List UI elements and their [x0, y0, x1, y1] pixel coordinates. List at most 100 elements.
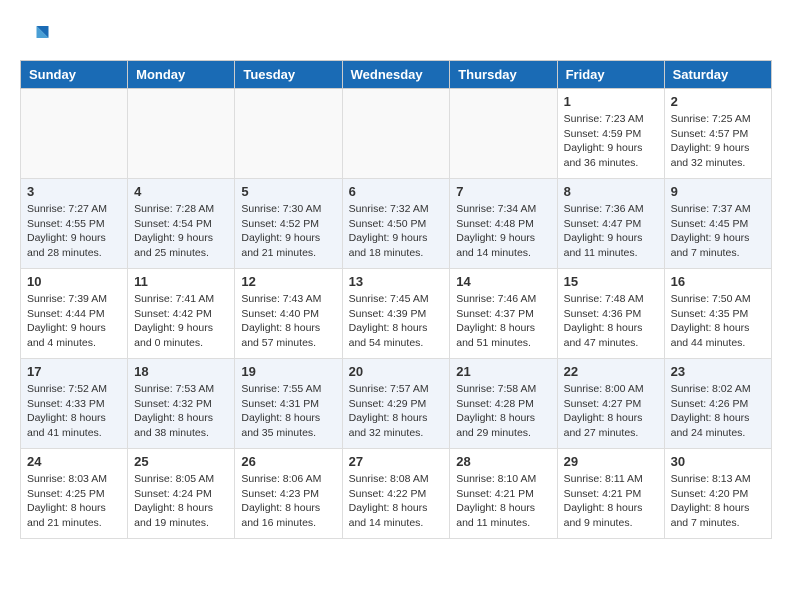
- calendar-cell: 16 Sunrise: 7:50 AM Sunset: 4:35 PM Dayli…: [664, 269, 771, 359]
- col-header-thursday: Thursday: [450, 61, 557, 89]
- calendar-cell: 5 Sunrise: 7:30 AM Sunset: 4:52 PM Daylig…: [235, 179, 342, 269]
- day-number: 19: [241, 364, 335, 379]
- day-info: Sunrise: 7:39 AM Sunset: 4:44 PM Dayligh…: [27, 292, 121, 351]
- page-header: [20, 20, 772, 50]
- calendar-cell: 22 Sunrise: 8:00 AM Sunset: 4:27 PM Dayli…: [557, 359, 664, 449]
- calendar-cell: 15 Sunrise: 7:48 AM Sunset: 4:36 PM Dayli…: [557, 269, 664, 359]
- calendar-cell: 2 Sunrise: 7:25 AM Sunset: 4:57 PM Daylig…: [664, 89, 771, 179]
- day-number: 5: [241, 184, 335, 199]
- day-info: Sunrise: 7:37 AM Sunset: 4:45 PM Dayligh…: [671, 202, 765, 261]
- calendar-cell: 3 Sunrise: 7:27 AM Sunset: 4:55 PM Daylig…: [21, 179, 128, 269]
- calendar-cell: 13 Sunrise: 7:45 AM Sunset: 4:39 PM Dayli…: [342, 269, 450, 359]
- day-number: 25: [134, 454, 228, 469]
- calendar-cell: 29 Sunrise: 8:11 AM Sunset: 4:21 PM Dayli…: [557, 449, 664, 539]
- day-number: 4: [134, 184, 228, 199]
- calendar-cell: 19 Sunrise: 7:55 AM Sunset: 4:31 PM Dayli…: [235, 359, 342, 449]
- calendar-cell: 20 Sunrise: 7:57 AM Sunset: 4:29 PM Dayli…: [342, 359, 450, 449]
- col-header-saturday: Saturday: [664, 61, 771, 89]
- calendar-week-row: 10Sunrise: 7:39 AM Sunset: 4:44 PM Dayli…: [21, 269, 772, 359]
- day-number: 12: [241, 274, 335, 289]
- day-info: Sunrise: 7:48 AM Sunset: 4:36 PM Dayligh…: [564, 292, 658, 351]
- day-info: Sunrise: 7:30 AM Sunset: 4:52 PM Dayligh…: [241, 202, 335, 261]
- day-info: Sunrise: 7:43 AM Sunset: 4:40 PM Dayligh…: [241, 292, 335, 351]
- day-number: 20: [349, 364, 444, 379]
- day-info: Sunrise: 8:02 AM Sunset: 4:26 PM Dayligh…: [671, 382, 765, 441]
- col-header-wednesday: Wednesday: [342, 61, 450, 89]
- calendar-cell: 11Sunrise: 7:41 AM Sunset: 4:42 PM Dayli…: [128, 269, 235, 359]
- day-info: Sunrise: 7:23 AM Sunset: 4:59 PM Dayligh…: [564, 112, 658, 171]
- day-number: 30: [671, 454, 765, 469]
- calendar-cell: 23 Sunrise: 8:02 AM Sunset: 4:26 PM Dayli…: [664, 359, 771, 449]
- calendar-cell: 8 Sunrise: 7:36 AM Sunset: 4:47 PM Daylig…: [557, 179, 664, 269]
- day-number: 2: [671, 94, 765, 109]
- day-number: 29: [564, 454, 658, 469]
- day-info: Sunrise: 7:53 AM Sunset: 4:32 PM Dayligh…: [134, 382, 228, 441]
- day-info: Sunrise: 7:34 AM Sunset: 4:48 PM Dayligh…: [456, 202, 550, 261]
- day-number: 22: [564, 364, 658, 379]
- day-number: 17: [27, 364, 121, 379]
- day-info: Sunrise: 7:55 AM Sunset: 4:31 PM Dayligh…: [241, 382, 335, 441]
- day-number: 16: [671, 274, 765, 289]
- day-info: Sunrise: 7:45 AM Sunset: 4:39 PM Dayligh…: [349, 292, 444, 351]
- day-info: Sunrise: 7:57 AM Sunset: 4:29 PM Dayligh…: [349, 382, 444, 441]
- calendar-cell: 18 Sunrise: 7:53 AM Sunset: 4:32 PM Dayli…: [128, 359, 235, 449]
- day-info: Sunrise: 7:50 AM Sunset: 4:35 PM Dayligh…: [671, 292, 765, 351]
- calendar-header-row: SundayMondayTuesdayWednesdayThursdayFrid…: [21, 61, 772, 89]
- day-number: 9: [671, 184, 765, 199]
- day-info: Sunrise: 8:13 AM Sunset: 4:20 PM Dayligh…: [671, 472, 765, 531]
- calendar-cell: 30 Sunrise: 8:13 AM Sunset: 4:20 PM Dayli…: [664, 449, 771, 539]
- day-info: Sunrise: 7:25 AM Sunset: 4:57 PM Dayligh…: [671, 112, 765, 171]
- calendar-cell: 25 Sunrise: 8:05 AM Sunset: 4:24 PM Dayli…: [128, 449, 235, 539]
- col-header-friday: Friday: [557, 61, 664, 89]
- day-number: 7: [456, 184, 550, 199]
- calendar-week-row: 1Sunrise: 7:23 AM Sunset: 4:59 PM Daylig…: [21, 89, 772, 179]
- day-info: Sunrise: 8:10 AM Sunset: 4:21 PM Dayligh…: [456, 472, 550, 531]
- calendar-cell: 1Sunrise: 7:23 AM Sunset: 4:59 PM Daylig…: [557, 89, 664, 179]
- day-number: 24: [27, 454, 121, 469]
- day-info: Sunrise: 8:08 AM Sunset: 4:22 PM Dayligh…: [349, 472, 444, 531]
- day-number: 26: [241, 454, 335, 469]
- day-number: 13: [349, 274, 444, 289]
- day-number: 15: [564, 274, 658, 289]
- calendar-cell: 28 Sunrise: 8:10 AM Sunset: 4:21 PM Dayli…: [450, 449, 557, 539]
- calendar-cell: 21 Sunrise: 7:58 AM Sunset: 4:28 PM Dayli…: [450, 359, 557, 449]
- day-info: Sunrise: 7:28 AM Sunset: 4:54 PM Dayligh…: [134, 202, 228, 261]
- calendar-cell: 12 Sunrise: 7:43 AM Sunset: 4:40 PM Dayli…: [235, 269, 342, 359]
- calendar-cell: [21, 89, 128, 179]
- day-number: 28: [456, 454, 550, 469]
- day-number: 23: [671, 364, 765, 379]
- calendar-cell: 24 Sunrise: 8:03 AM Sunset: 4:25 PM Dayli…: [21, 449, 128, 539]
- day-info: Sunrise: 7:58 AM Sunset: 4:28 PM Dayligh…: [456, 382, 550, 441]
- day-info: Sunrise: 8:11 AM Sunset: 4:21 PM Dayligh…: [564, 472, 658, 531]
- day-info: Sunrise: 8:00 AM Sunset: 4:27 PM Dayligh…: [564, 382, 658, 441]
- day-number: 6: [349, 184, 444, 199]
- logo: [20, 20, 54, 50]
- day-number: 27: [349, 454, 444, 469]
- calendar-cell: 6 Sunrise: 7:32 AM Sunset: 4:50 PM Daylig…: [342, 179, 450, 269]
- day-number: 11: [134, 274, 228, 289]
- col-header-tuesday: Tuesday: [235, 61, 342, 89]
- day-info: Sunrise: 7:27 AM Sunset: 4:55 PM Dayligh…: [27, 202, 121, 261]
- calendar-table: SundayMondayTuesdayWednesdayThursdayFrid…: [20, 60, 772, 539]
- calendar-cell: [128, 89, 235, 179]
- calendar-cell: 27 Sunrise: 8:08 AM Sunset: 4:22 PM Dayli…: [342, 449, 450, 539]
- calendar-cell: 4 Sunrise: 7:28 AM Sunset: 4:54 PM Daylig…: [128, 179, 235, 269]
- day-info: Sunrise: 8:03 AM Sunset: 4:25 PM Dayligh…: [27, 472, 121, 531]
- calendar-week-row: 24 Sunrise: 8:03 AM Sunset: 4:25 PM Dayli…: [21, 449, 772, 539]
- day-number: 14: [456, 274, 550, 289]
- day-info: Sunrise: 8:05 AM Sunset: 4:24 PM Dayligh…: [134, 472, 228, 531]
- day-number: 21: [456, 364, 550, 379]
- calendar-cell: 10Sunrise: 7:39 AM Sunset: 4:44 PM Dayli…: [21, 269, 128, 359]
- day-info: Sunrise: 7:32 AM Sunset: 4:50 PM Dayligh…: [349, 202, 444, 261]
- calendar-cell: 26 Sunrise: 8:06 AM Sunset: 4:23 PM Dayli…: [235, 449, 342, 539]
- calendar-week-row: 3 Sunrise: 7:27 AM Sunset: 4:55 PM Daylig…: [21, 179, 772, 269]
- day-number: 18: [134, 364, 228, 379]
- calendar-week-row: 17Sunrise: 7:52 AM Sunset: 4:33 PM Dayli…: [21, 359, 772, 449]
- col-header-sunday: Sunday: [21, 61, 128, 89]
- day-number: 8: [564, 184, 658, 199]
- calendar-cell: 9 Sunrise: 7:37 AM Sunset: 4:45 PM Daylig…: [664, 179, 771, 269]
- day-info: Sunrise: 7:36 AM Sunset: 4:47 PM Dayligh…: [564, 202, 658, 261]
- day-info: Sunrise: 8:06 AM Sunset: 4:23 PM Dayligh…: [241, 472, 335, 531]
- day-info: Sunrise: 7:46 AM Sunset: 4:37 PM Dayligh…: [456, 292, 550, 351]
- day-number: 3: [27, 184, 121, 199]
